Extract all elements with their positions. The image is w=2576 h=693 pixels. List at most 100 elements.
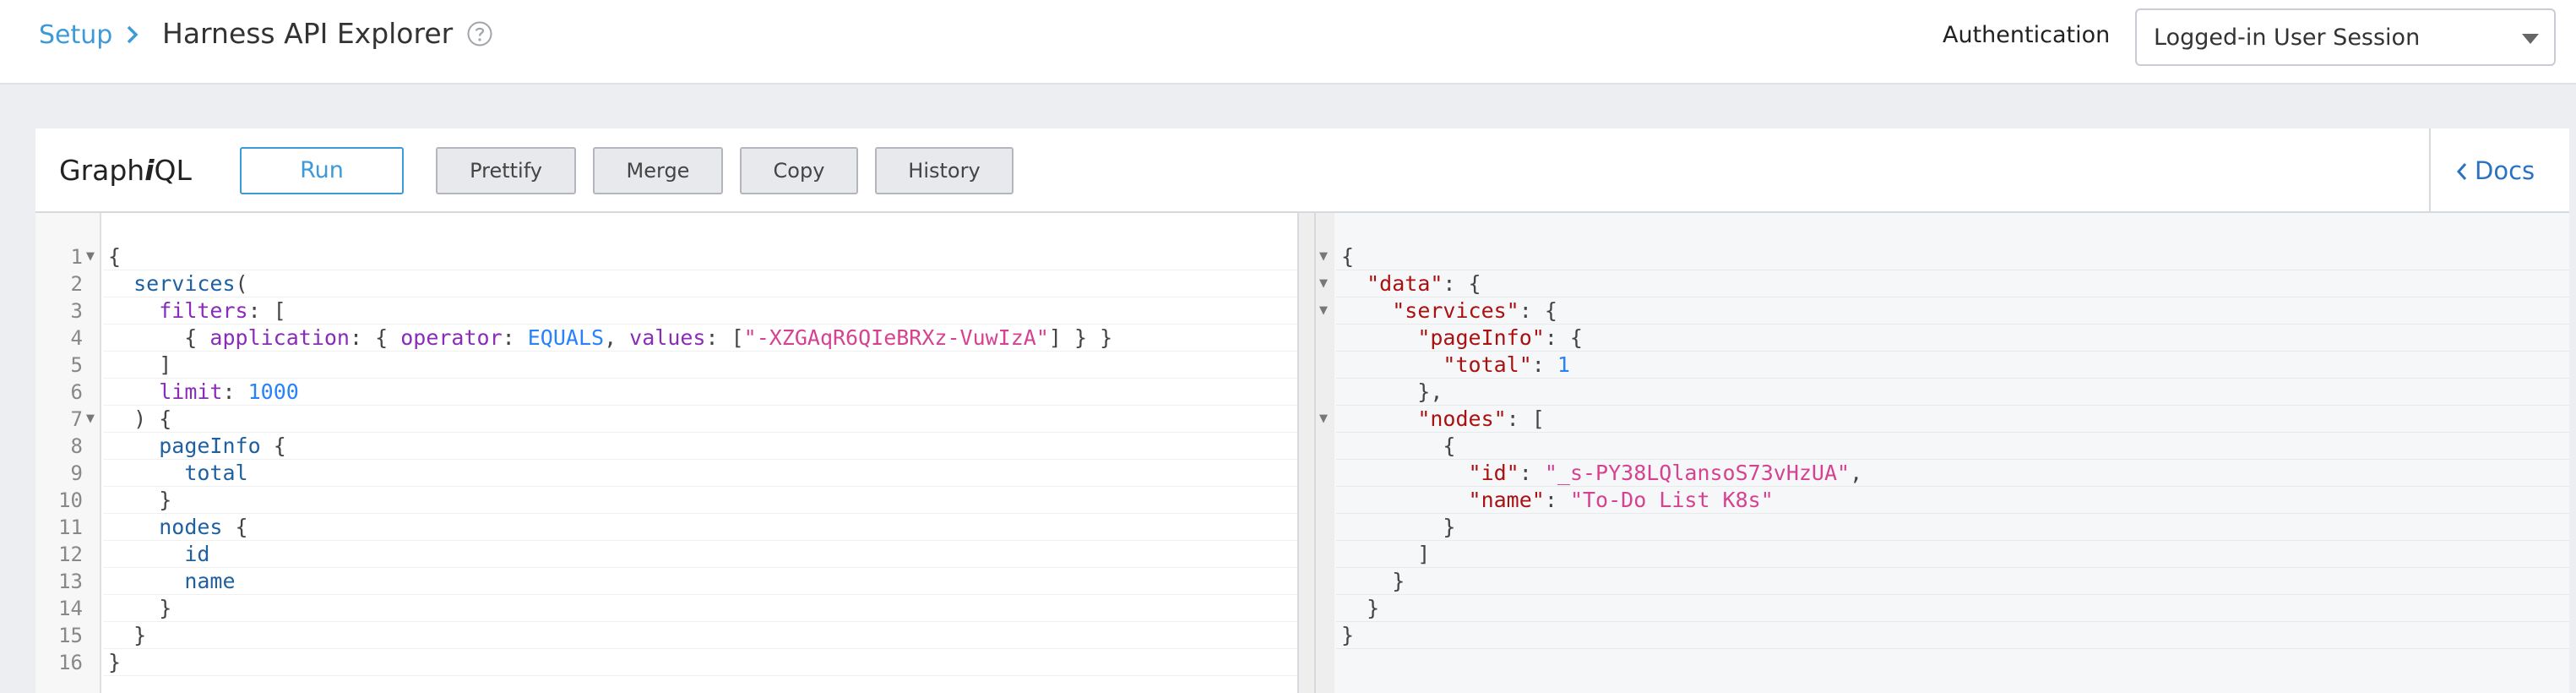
code-line: } [103,487,1297,514]
code-text: name [108,568,235,595]
code-text: } [108,649,121,676]
result-fold-gutter: ▼ ▼ ▼ ▼ [1316,213,1334,693]
code-token: limit [159,379,223,404]
merge-button[interactable]: Merge [593,147,723,194]
result-line: "name": "To-Do List K8s" [1336,487,2569,514]
code-token: "_s-PY38LQlansoS73vHzUA" [1544,461,1850,485]
code-text: "services": { [1341,297,1557,325]
page-title: Harness API Explorer [162,17,454,50]
code-line: total [103,460,1297,487]
code-token: "services" [1392,298,1519,323]
code-token: "name" [1468,488,1545,512]
code-line: } [103,622,1297,649]
result-line: } [1336,595,2569,622]
code-token: : [ [247,298,286,323]
line-number: 10 [58,488,83,512]
copy-button[interactable]: Copy [740,147,858,194]
line-number: 6 [70,380,83,404]
code-text: nodes { [108,514,247,541]
code-token: } [1341,569,1405,593]
code-token: "nodes" [1417,407,1507,431]
code-token: { [108,244,122,269]
code-text: "data": { [1341,270,1481,297]
code-text: "nodes": [ [1341,406,1545,433]
result-line: "services": { [1336,297,2569,325]
code-token: application [209,325,350,350]
fold-triangle-icon[interactable]: ▼ [1319,297,1328,325]
code-token: } [1341,623,1355,647]
prettify-button[interactable]: Prettify [436,147,576,194]
line-number: 16 [58,651,83,674]
code-line: limit: 1000 [103,379,1297,406]
code-token: : { [350,325,401,350]
line-number: 4 [70,326,83,350]
code-token: { [260,434,286,458]
code-text: "total": 1 [1341,352,1570,379]
caret-down-icon [2522,34,2539,44]
fold-triangle-icon[interactable]: ▼ [86,243,95,270]
fold-triangle-icon[interactable]: ▼ [86,406,95,433]
code-token: total [184,461,248,485]
code-text: } [1341,568,1405,595]
code-token: : [1544,488,1570,512]
editor-resize-divider[interactable] [1297,213,1316,693]
code-text: "name": "To-Do List K8s" [1341,487,1774,514]
fold-triangle-icon[interactable]: ▼ [1319,243,1328,270]
fold-triangle-icon[interactable]: ▼ [1319,406,1328,433]
line-number: 2 [70,272,83,296]
code-line: filters: [ [103,297,1297,325]
code-text: filters: [ [108,297,286,325]
code-text: "id": "_s-PY38LQlansoS73vHzUA", [1341,460,1863,487]
code-token: "data" [1367,271,1443,296]
code-text: }, [1341,379,1443,406]
run-button[interactable]: Run [240,147,404,194]
code-text: } [1341,514,1455,541]
result-line: "nodes": [ [1336,406,2569,433]
code-token: } [108,650,122,674]
code-token: "total" [1443,352,1532,377]
result-viewer: ▼ ▼ ▼ ▼ { "data": { "services": { "pageInfo… [1316,213,2569,693]
line-number: 11 [58,516,83,539]
docs-link[interactable]: Docs [2456,154,2535,188]
chevron-right-icon [127,25,139,44]
result-line: "total": 1 [1336,352,2569,379]
code-token: "-XZGAqR6QIeBRXz-VuwIzA" [743,325,1049,350]
history-button[interactable]: History [875,147,1014,194]
breadcrumb-setup-link[interactable]: Setup [39,17,112,54]
query-editor[interactable]: 1 ▼ 2 3 4 5 6 7 ▼ 8 9 10 11 12 13 14 15 16 { services( fi… [35,213,1297,693]
line-number: 14 [58,597,83,620]
result-line: ] [1336,541,2569,568]
code-token: } [108,488,172,512]
docs-toggle[interactable]: Docs [2429,128,2569,213]
line-number: 1 [70,245,83,269]
code-token: services [133,271,236,296]
code-text: } [1341,595,1379,622]
code-text: ) { [108,406,171,433]
code-text: limit: 1000 [108,379,299,406]
authentication-select[interactable]: Logged-in User Session [2135,8,2556,66]
line-number: 3 [70,299,83,323]
code-token: "id" [1468,461,1519,485]
code-text: pageInfo { [108,433,286,460]
code-line: ] [103,352,1297,379]
code-line: nodes { [103,514,1297,541]
top-header: Setup Harness API Explorer Authenticatio… [0,0,2576,85]
code-token: : [222,379,248,404]
code-text: "pageInfo": { [1341,325,1583,352]
code-token: ] [108,352,172,377]
line-number: 9 [70,461,83,485]
graphiql-panel: GraphiQL Run Prettify Merge Copy History… [35,128,2569,693]
fold-triangle-icon[interactable]: ▼ [1319,270,1328,297]
code-text: ] [108,352,171,379]
code-token: } [108,596,172,620]
authentication-selected-value: Logged-in User Session [2154,25,2421,51]
query-code-area[interactable]: { services( filters: [ { application: { … [103,213,1297,693]
line-number: 8 [70,434,83,458]
help-circle-icon[interactable] [466,20,493,47]
line-number: 13 [58,570,83,593]
code-token: , [604,325,630,350]
code-token: , [1850,461,1863,485]
